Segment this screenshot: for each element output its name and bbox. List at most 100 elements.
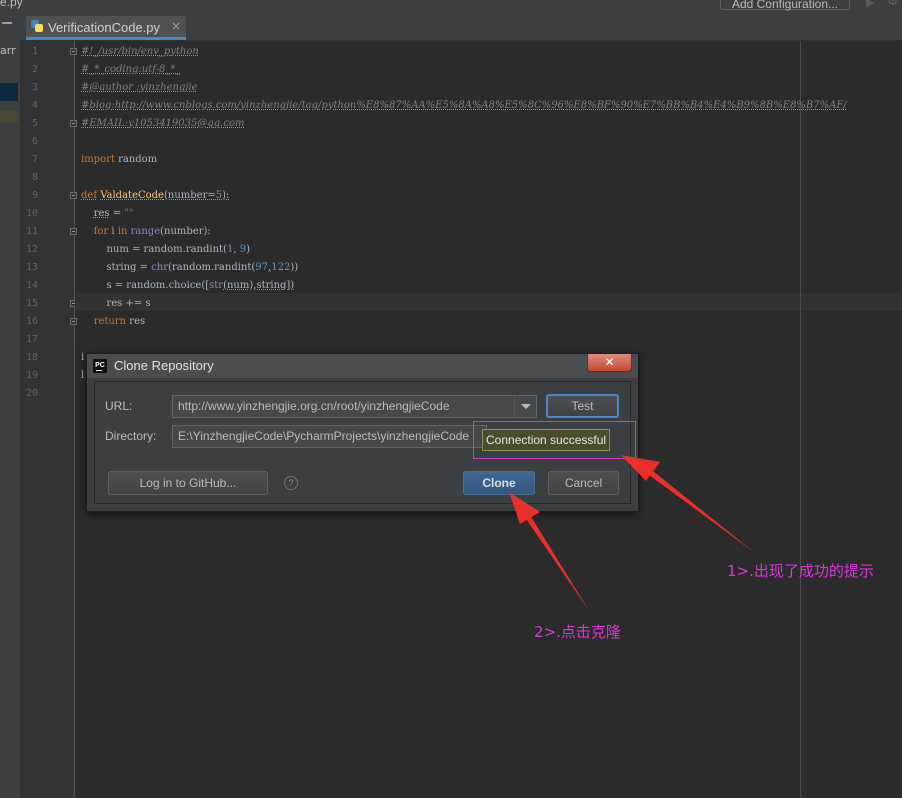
code-line-16: return res	[81, 313, 145, 331]
identifier: num = random.randint(	[106, 244, 227, 255]
cancel-button[interactable]: Cancel	[548, 471, 619, 495]
builtin: str	[209, 280, 224, 291]
dialog-title: Clone Repository	[114, 358, 214, 373]
directory-input[interactable]: E:\YinzhengjieCode\PycharmProjects\yinzh…	[172, 425, 487, 448]
comment: #EMAIL:y1053419035@qq.com	[81, 118, 245, 129]
line-number: 3	[31, 82, 38, 93]
tab-label: VerificationCode.py	[48, 20, 161, 35]
url-label: URL:	[105, 399, 133, 413]
comment: #@author :yinzhengjie	[81, 82, 198, 93]
tab-verificationcode-py[interactable]: VerificationCode.py ×	[26, 16, 186, 40]
keyword: return	[93, 316, 127, 327]
line-number: 12	[25, 244, 38, 255]
identifier: res	[126, 316, 146, 327]
dialog-title-bar[interactable]: PC Clone Repository ✕	[87, 354, 638, 378]
identifier: res += s	[106, 298, 151, 309]
code-line-7: import random	[81, 151, 157, 169]
code-line-2: #_*_coding:utf-8_*_	[81, 61, 180, 79]
identifier: s = random.choice([	[106, 280, 210, 291]
line-number: 6	[31, 136, 38, 147]
code-line-11: for i in range(number):	[81, 223, 211, 241]
line-number: 15	[25, 298, 38, 309]
tab-close-icon[interactable]: ×	[171, 19, 181, 33]
url-input[interactable]: http://www.yinzhengjie.org.cn/root/yinzh…	[172, 395, 515, 418]
operator: )	[246, 244, 250, 255]
line-number: 9	[31, 190, 38, 201]
number: 122	[271, 262, 291, 273]
annotation-highlight-box	[473, 421, 636, 459]
clone-button[interactable]: Clone	[463, 471, 535, 495]
identifier: (random.randint(	[167, 262, 256, 273]
code-line-12: num = random.randint(1, 9)	[81, 241, 250, 259]
line-number: 11	[25, 226, 38, 237]
editor-gutter: 1 2 3 4 5 6 7 8 9 10 11 12 13 14 15 16 1…	[20, 41, 77, 798]
line-number: 20	[25, 388, 38, 399]
keyword: def	[81, 190, 98, 201]
project-tree-item[interactable]	[0, 111, 18, 123]
code-line-14: s = random.choice([str(num),string])	[81, 277, 294, 295]
line-number: 7	[31, 154, 38, 165]
pycharm-app-icon: PC	[93, 359, 107, 373]
comment: #_*_coding:utf-8_*_	[81, 64, 181, 75]
log-in-to-github-button[interactable]: Log in to GitHub...	[108, 471, 268, 495]
line-number: 19	[25, 370, 38, 381]
string-literal: ""	[124, 208, 134, 219]
project-panel: arr	[0, 14, 20, 798]
help-icon[interactable]: ?	[284, 476, 298, 490]
line-number: 18	[25, 352, 38, 363]
collapse-icon[interactable]	[2, 22, 12, 24]
code-line-9: def ValdateCode(number=5):	[81, 187, 229, 205]
operator: =	[109, 208, 125, 219]
identifier: random	[114, 154, 158, 165]
comment: #!_/usr/bin/env_python	[81, 46, 199, 57]
line-number: 4	[31, 100, 38, 111]
identifier: i	[81, 352, 85, 363]
title-bar: e.py Add Configuration... ▶ ⚙	[0, 0, 902, 14]
code-line-18: i	[81, 349, 84, 367]
dialog-close-button[interactable]: ✕	[587, 354, 632, 372]
identifier: res	[93, 208, 110, 219]
run-icon[interactable]: ▶	[866, 0, 874, 9]
annotation-note-2: 2>.点击克隆	[534, 623, 621, 641]
identifier: l	[81, 370, 85, 381]
identifier: i	[108, 226, 118, 237]
url-dropdown-button[interactable]	[514, 395, 537, 418]
current-line-highlight	[75, 293, 902, 311]
directory-label: Directory:	[105, 429, 157, 443]
identifier: (number):	[160, 226, 211, 237]
line-number: 5	[31, 118, 38, 129]
keyword: in	[117, 226, 128, 237]
partial-filename: e.py	[0, 0, 23, 9]
python-file-icon	[31, 20, 43, 32]
code-line-4: #blog:http://www.cnblogs.com/yinzhengjie…	[81, 97, 847, 115]
code-line-5: #EMAIL:y1053419035@qq.com	[81, 115, 244, 133]
line-number: 13	[25, 262, 38, 273]
code-line-15: res += s	[81, 295, 151, 313]
operator: ))	[290, 262, 299, 273]
project-tree-selected-item[interactable]	[0, 83, 18, 101]
gear-icon[interactable]: ⚙	[887, 0, 899, 9]
code-line-10: res = ""	[81, 205, 134, 223]
code-line-13: string = chr(random.randint(97,122))	[81, 259, 298, 277]
line-number: 1	[31, 46, 38, 57]
code-line-1: #!_/usr/bin/env_python	[81, 43, 199, 61]
keyword: import	[81, 154, 115, 165]
right-margin-guide	[800, 41, 801, 798]
line-number: 16	[25, 316, 38, 327]
editor-tab-bar: VerificationCode.py ×	[20, 14, 902, 41]
keyword: for	[93, 226, 109, 237]
identifier: ):	[222, 190, 230, 201]
function-name: ValdateCode	[100, 190, 164, 201]
test-button[interactable]: Test	[546, 394, 619, 418]
identifier: (number=	[163, 190, 216, 201]
identifier: string =	[106, 262, 152, 273]
number: 97	[255, 262, 269, 273]
add-configuration-button[interactable]: Add Configuration...	[720, 0, 850, 11]
builtin: range	[127, 226, 161, 237]
line-number: 14	[25, 280, 38, 291]
code-line-3: #@author :yinzhengjie	[81, 79, 198, 97]
line-number: 17	[25, 334, 38, 345]
line-number: 8	[31, 172, 38, 183]
project-panel-text: arr	[0, 44, 16, 57]
line-number: 2	[31, 64, 38, 75]
